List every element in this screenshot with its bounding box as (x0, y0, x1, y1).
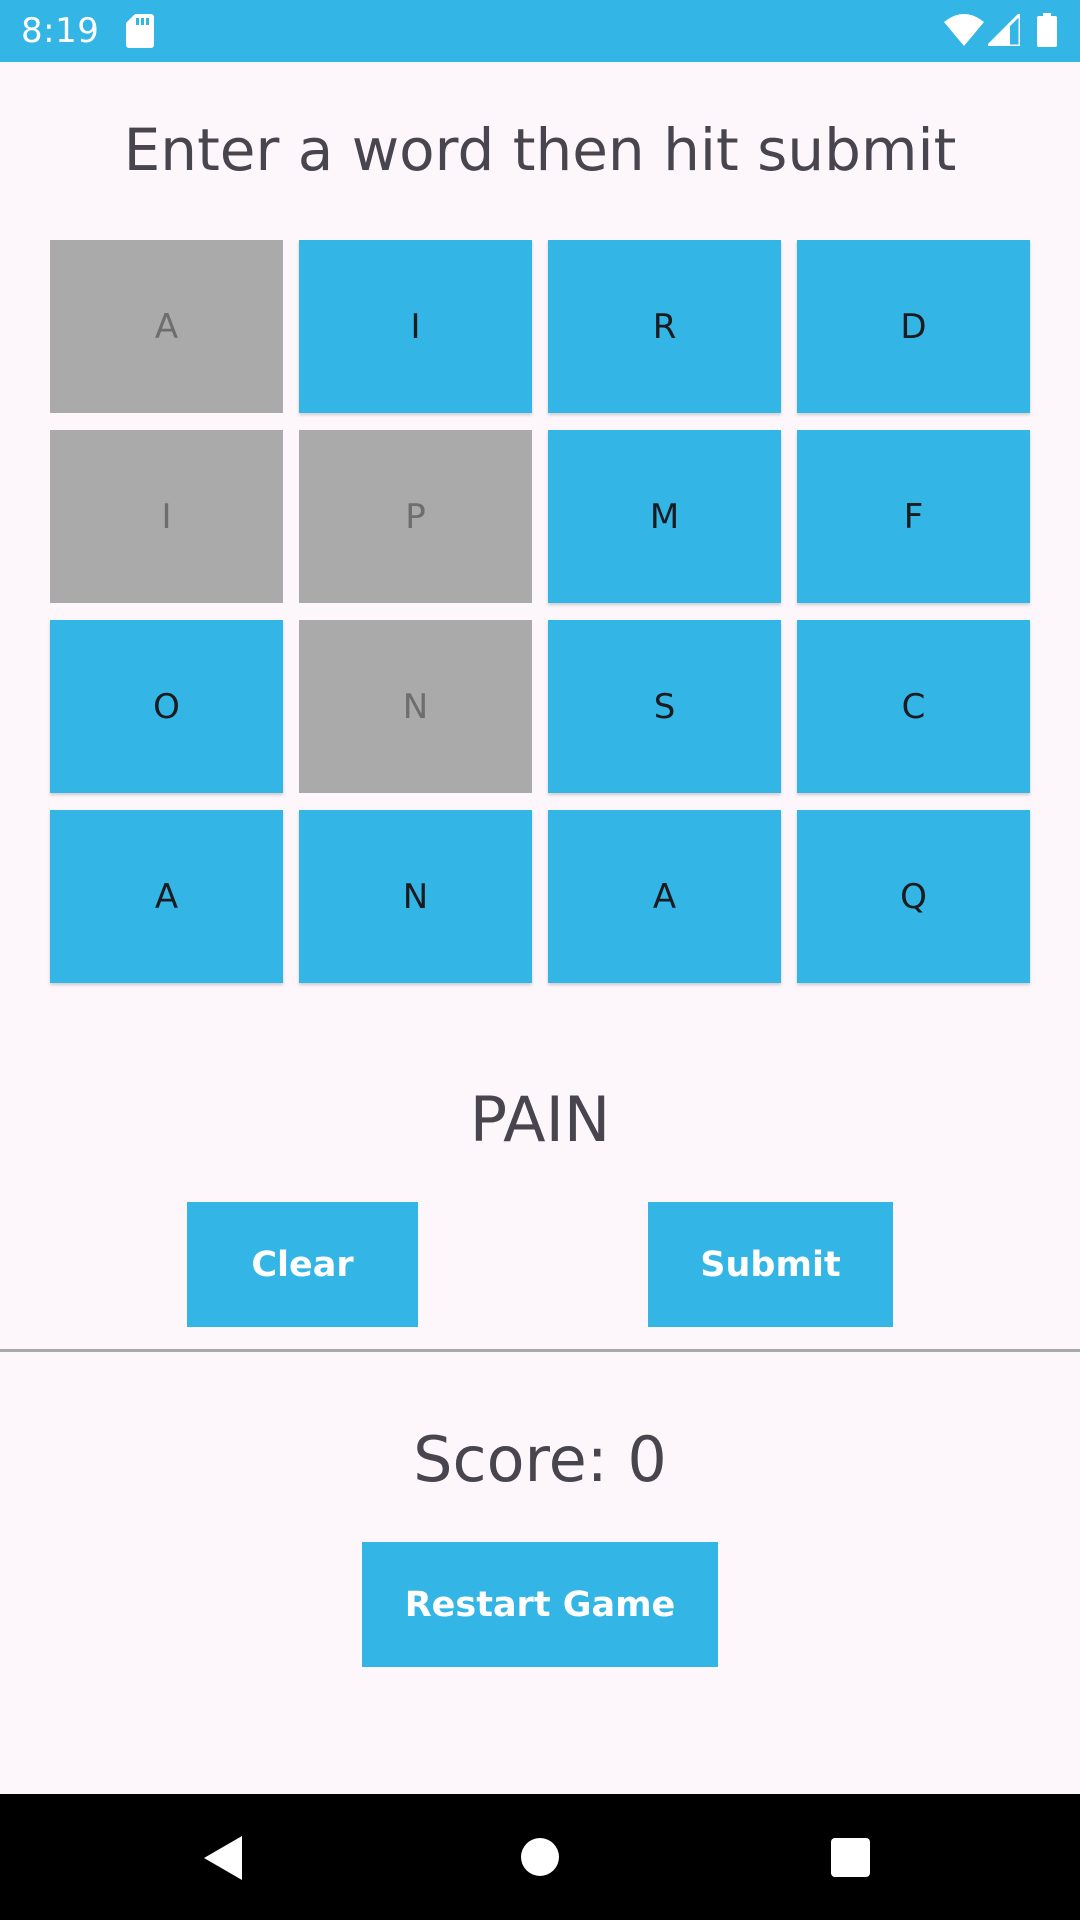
status-bar: 8:19 (0, 0, 1080, 62)
letter-tile[interactable]: O (50, 620, 283, 793)
letter-tile[interactable]: A (548, 810, 781, 983)
home-icon[interactable] (521, 1838, 559, 1876)
status-time: 8:19 (21, 11, 100, 51)
back-icon[interactable] (204, 1836, 244, 1880)
letter-tile[interactable]: D (797, 240, 1030, 413)
sd-card-icon (126, 14, 154, 48)
letter-tile[interactable]: I (50, 430, 283, 603)
letter-tile[interactable]: R (548, 240, 781, 413)
recents-icon[interactable] (831, 1838, 870, 1877)
cell-signal-icon (988, 14, 1020, 46)
letter-grid: AIRDIPMFONSCANAQ (50, 240, 1030, 983)
letter-tile[interactable]: Q (797, 810, 1030, 983)
restart-game-button[interactable]: Restart Game (362, 1542, 718, 1667)
letter-tile[interactable]: M (548, 430, 781, 603)
letter-tile[interactable]: A (50, 810, 283, 983)
letter-tile[interactable]: F (797, 430, 1030, 603)
letter-tile[interactable]: C (797, 620, 1030, 793)
letter-tile[interactable]: I (299, 240, 532, 413)
instruction-text: Enter a word then hit submit (123, 116, 957, 184)
wifi-icon (944, 14, 984, 46)
score-text: Score: 0 (413, 1423, 667, 1496)
battery-icon (1037, 13, 1057, 47)
divider (0, 1349, 1080, 1352)
current-word: PAIN (469, 1083, 611, 1156)
letter-tile[interactable]: A (50, 240, 283, 413)
letter-tile[interactable]: P (299, 430, 532, 603)
navigation-bar (0, 1794, 1080, 1920)
letter-tile[interactable]: N (299, 810, 532, 983)
letter-tile[interactable]: N (299, 620, 532, 793)
submit-button[interactable]: Submit (648, 1202, 893, 1327)
clear-button[interactable]: Clear (187, 1202, 418, 1327)
letter-tile[interactable]: S (548, 620, 781, 793)
